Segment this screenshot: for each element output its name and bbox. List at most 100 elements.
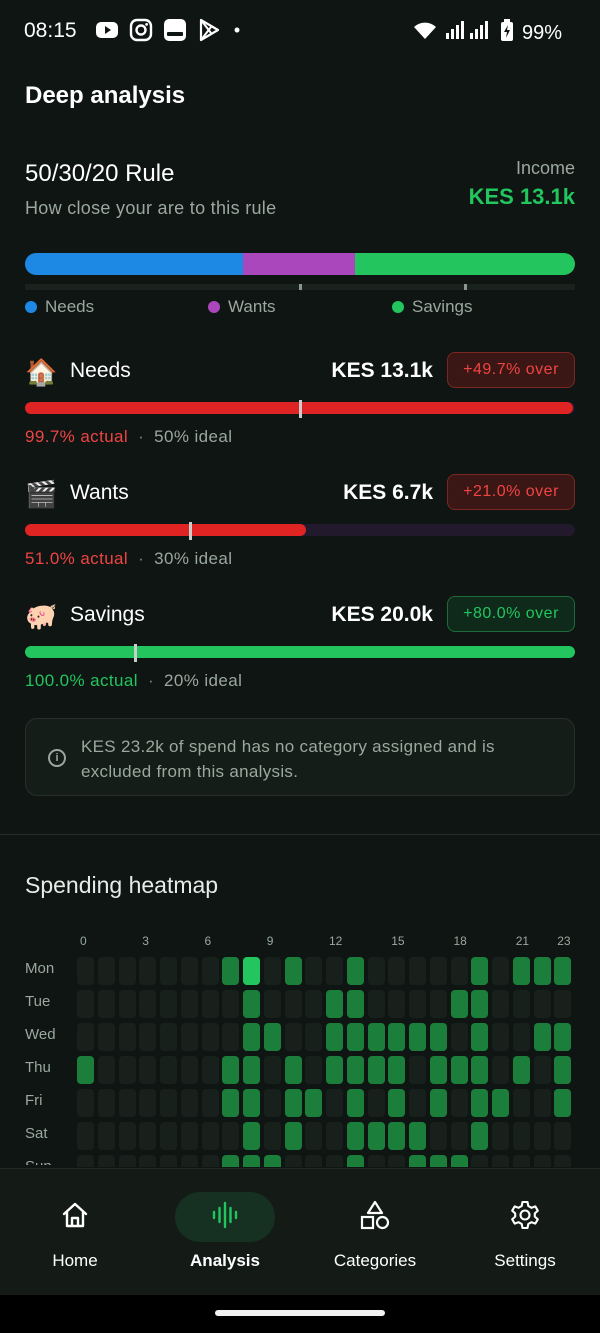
heatmap-cell[interactable]	[243, 1122, 260, 1150]
heatmap-cell[interactable]	[118, 1155, 136, 1167]
heatmap-cell[interactable]	[305, 957, 323, 985]
heatmap-cell[interactable]	[222, 1122, 240, 1150]
heatmap-cell[interactable]	[77, 957, 94, 985]
heatmap-cell[interactable]	[367, 1122, 385, 1150]
heatmap-cell[interactable]	[263, 1056, 281, 1084]
heatmap-cell[interactable]	[471, 957, 489, 985]
heatmap-cell[interactable]	[97, 1023, 115, 1051]
gesture-handle[interactable]	[215, 1310, 385, 1316]
heatmap-cell[interactable]	[450, 1056, 468, 1084]
heatmap-cell[interactable]	[346, 990, 364, 1018]
heatmap-cell[interactable]	[284, 957, 302, 985]
heatmap-cell[interactable]	[201, 957, 219, 985]
heatmap-cell[interactable]	[201, 1023, 219, 1051]
heatmap-cell[interactable]	[450, 990, 468, 1018]
heatmap-cell[interactable]	[367, 990, 385, 1018]
heatmap-cell[interactable]	[326, 1155, 343, 1167]
heatmap-cell[interactable]	[118, 1122, 136, 1150]
heatmap-cell[interactable]	[305, 1089, 323, 1117]
heatmap-cell[interactable]	[326, 990, 343, 1018]
heatmap-cell[interactable]	[471, 1089, 489, 1117]
heatmap-cell[interactable]	[450, 1122, 468, 1150]
heatmap-cell[interactable]	[554, 1056, 572, 1084]
heatmap-cell[interactable]	[450, 1155, 468, 1167]
heatmap-cell[interactable]	[346, 1122, 364, 1150]
heatmap-cell[interactable]	[180, 990, 198, 1018]
heatmap-cell[interactable]	[201, 990, 219, 1018]
heatmap-cell[interactable]	[222, 1023, 240, 1051]
heatmap-cell[interactable]	[243, 1056, 260, 1084]
heatmap-cell[interactable]	[533, 1056, 551, 1084]
heatmap-cell[interactable]	[512, 957, 530, 985]
heatmap-cell[interactable]	[284, 1155, 302, 1167]
heatmap-cell[interactable]	[180, 1056, 198, 1084]
heatmap-cell[interactable]	[492, 1155, 509, 1167]
heatmap-cell[interactable]	[388, 957, 406, 985]
heatmap-cell[interactable]	[492, 1023, 509, 1051]
heatmap-cell[interactable]	[346, 1089, 364, 1117]
heatmap-cell[interactable]	[160, 1056, 177, 1084]
heatmap-cell[interactable]	[284, 1056, 302, 1084]
heatmap-cell[interactable]	[512, 1089, 530, 1117]
heatmap-cell[interactable]	[160, 957, 177, 985]
heatmap-cell[interactable]	[139, 1155, 157, 1167]
heatmap-cell[interactable]	[326, 1089, 343, 1117]
heatmap-cell[interactable]	[118, 990, 136, 1018]
heatmap-cell[interactable]	[77, 1089, 94, 1117]
heatmap-cell[interactable]	[429, 1023, 447, 1051]
heatmap-cell[interactable]	[118, 1023, 136, 1051]
heatmap-cell[interactable]	[554, 957, 572, 985]
heatmap-cell[interactable]	[77, 1056, 94, 1084]
heatmap-cell[interactable]	[263, 957, 281, 985]
heatmap-cell[interactable]	[222, 1089, 240, 1117]
heatmap-cell[interactable]	[554, 1089, 572, 1117]
heatmap-cell[interactable]	[367, 1155, 385, 1167]
heatmap-cell[interactable]	[222, 957, 240, 985]
heatmap-cell[interactable]	[243, 1089, 260, 1117]
heatmap-cell[interactable]	[533, 990, 551, 1018]
heatmap-cell[interactable]	[139, 990, 157, 1018]
heatmap-cell[interactable]	[180, 957, 198, 985]
heatmap-cell[interactable]	[180, 1023, 198, 1051]
heatmap-cell[interactable]	[284, 990, 302, 1018]
nav-home[interactable]: Home	[0, 1169, 150, 1296]
heatmap-cell[interactable]	[346, 1056, 364, 1084]
heatmap-cell[interactable]	[492, 990, 509, 1018]
heatmap-cell[interactable]	[160, 1023, 177, 1051]
heatmap-cell[interactable]	[201, 1089, 219, 1117]
heatmap-cell[interactable]	[305, 1122, 323, 1150]
heatmap-cell[interactable]	[305, 1023, 323, 1051]
heatmap-cell[interactable]	[284, 1089, 302, 1117]
heatmap-cell[interactable]	[388, 1155, 406, 1167]
heatmap-cell[interactable]	[160, 1155, 177, 1167]
heatmap-cell[interactable]	[429, 1155, 447, 1167]
heatmap-cell[interactable]	[201, 1122, 219, 1150]
heatmap-cell[interactable]	[326, 1023, 343, 1051]
heatmap-cell[interactable]	[471, 1023, 489, 1051]
heatmap-cell[interactable]	[97, 1122, 115, 1150]
heatmap-cell[interactable]	[180, 1122, 198, 1150]
heatmap-cell[interactable]	[326, 1122, 343, 1150]
heatmap-cell[interactable]	[388, 990, 406, 1018]
heatmap-cell[interactable]	[471, 990, 489, 1018]
heatmap-cell[interactable]	[222, 1155, 240, 1167]
heatmap-cell[interactable]	[492, 1122, 509, 1150]
heatmap-cell[interactable]	[554, 1155, 572, 1167]
heatmap-cell[interactable]	[97, 1056, 115, 1084]
heatmap-cell[interactable]	[263, 1122, 281, 1150]
heatmap-cell[interactable]	[77, 1122, 94, 1150]
heatmap-cell[interactable]	[533, 1122, 551, 1150]
heatmap-cell[interactable]	[533, 1155, 551, 1167]
heatmap-cell[interactable]	[429, 957, 447, 985]
heatmap-cell[interactable]	[97, 1089, 115, 1117]
heatmap-cell[interactable]	[243, 1155, 260, 1167]
heatmap-cell[interactable]	[97, 1155, 115, 1167]
heatmap-cell[interactable]	[77, 1023, 94, 1051]
heatmap-cell[interactable]	[139, 1056, 157, 1084]
heatmap-cell[interactable]	[554, 1122, 572, 1150]
heatmap-cell[interactable]	[263, 990, 281, 1018]
heatmap-cell[interactable]	[409, 1056, 426, 1084]
heatmap-cell[interactable]	[222, 1056, 240, 1084]
heatmap-cell[interactable]	[305, 1155, 323, 1167]
heatmap-cell[interactable]	[388, 1122, 406, 1150]
